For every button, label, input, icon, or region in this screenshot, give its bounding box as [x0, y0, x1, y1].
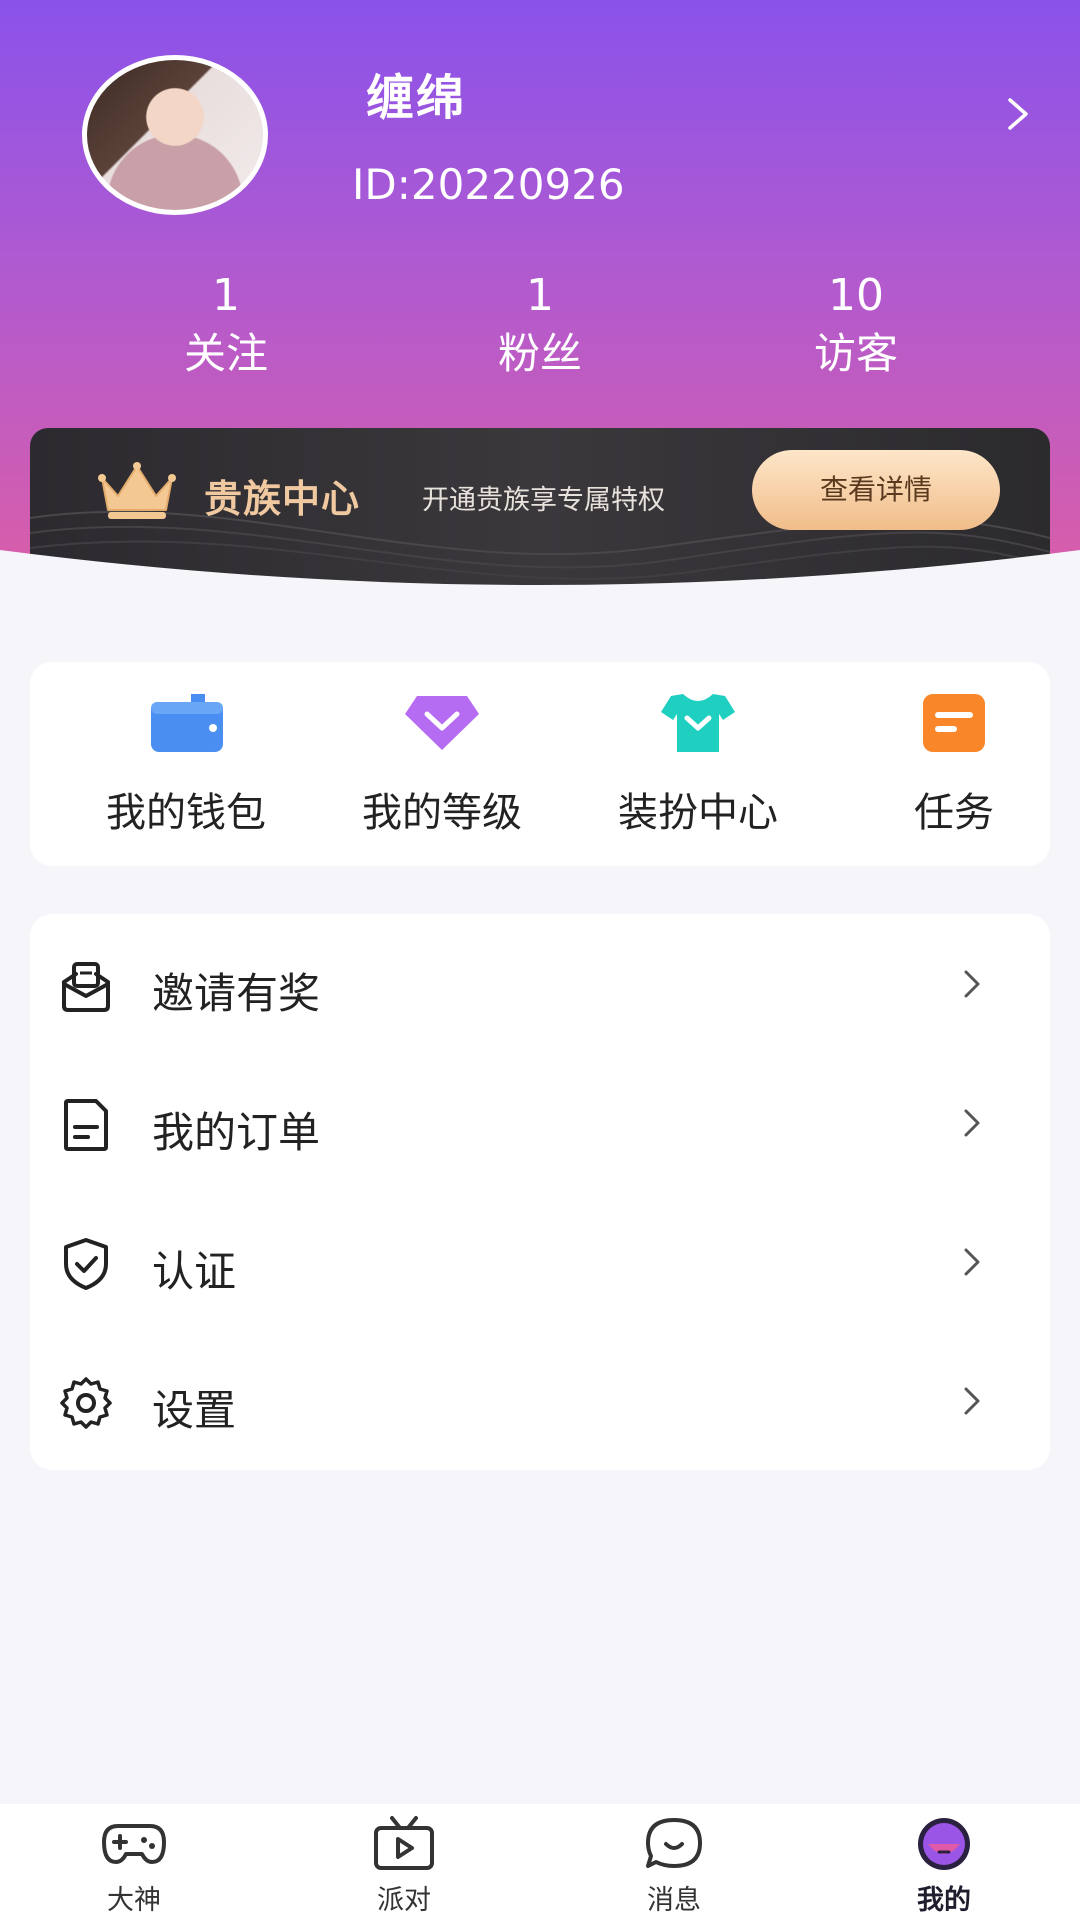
menu-item-orders[interactable]: 我的订单: [30, 1053, 1050, 1192]
user-id: ID:20220926: [352, 160, 625, 209]
menu-item-settings[interactable]: 设置: [30, 1331, 1050, 1470]
header-curve-divider: [0, 550, 1080, 620]
quick-wallet-label: 我的钱包: [106, 790, 266, 836]
stat-visitors-label: 访客: [813, 329, 898, 378]
menu-item-invite[interactable]: 邀请有奖: [30, 914, 1050, 1053]
tab-messages[interactable]: 消息: [574, 1816, 774, 1917]
diamond-level-icon: [405, 696, 479, 750]
username: 缠绵: [366, 70, 467, 126]
tab-mine-label: 我的: [917, 1885, 971, 1916]
shirt-icon: [661, 694, 735, 752]
chevron-right-icon: [964, 970, 980, 998]
menu-item-verify[interactable]: 认证: [30, 1192, 1050, 1331]
invite-gift-icon: [62, 962, 110, 1012]
avatar[interactable]: [82, 55, 268, 215]
tab-messages-label: 消息: [647, 1885, 701, 1916]
stat-fans-value: 1: [526, 270, 554, 321]
stat-following-value: 1: [212, 270, 240, 321]
gear-icon: [60, 1377, 112, 1429]
crown-icon: [98, 462, 176, 519]
quick-task[interactable]: 任务: [834, 692, 1074, 838]
chevron-right-icon: [964, 1248, 980, 1276]
task-icon: [923, 694, 985, 752]
menu-item-orders-label: 我的订单: [152, 1108, 321, 1157]
bottom-tab-bar: 大神 派对 消息 我的: [0, 1804, 1080, 1920]
chat-bubble-icon: [646, 1818, 702, 1868]
chevron-right-icon: [964, 1109, 980, 1137]
tv-play-icon: [374, 1816, 434, 1870]
quick-dressup[interactable]: 装扮中心: [578, 692, 818, 838]
quick-wallet[interactable]: 我的钱包: [66, 692, 306, 838]
chevron-right-icon: [964, 1387, 980, 1415]
menu-item-verify-label: 认证: [152, 1247, 237, 1296]
menu-item-invite-label: 邀请有奖: [152, 969, 321, 1018]
quick-task-label: 任务: [914, 790, 994, 836]
gamepad-icon: [102, 1824, 166, 1864]
quick-level-label: 我的等级: [362, 790, 522, 836]
tab-dashen-label: 大神: [107, 1885, 161, 1916]
stat-following[interactable]: 1 关注: [116, 270, 336, 382]
stat-visitors-value: 10: [828, 270, 884, 321]
stat-fans-label: 粉丝: [497, 329, 582, 378]
chevron-right-icon[interactable]: [1000, 96, 1036, 132]
tab-party[interactable]: 派对: [304, 1816, 504, 1917]
menu-list-card: 邀请有奖 我的订单 认证 设置: [30, 914, 1050, 1470]
view-details-button[interactable]: 查看详情: [752, 450, 1000, 530]
stat-following-label: 关注: [183, 329, 268, 378]
tab-mine[interactable]: 我的: [844, 1816, 1044, 1917]
vip-title: 贵族中心: [204, 477, 361, 521]
tab-party-label: 派对: [377, 1885, 431, 1916]
tab-dashen[interactable]: 大神: [34, 1816, 234, 1917]
quick-actions-card: 我的钱包 我的等级 装扮中心 任务: [30, 662, 1050, 866]
menu-item-settings-label: 设置: [152, 1386, 237, 1435]
order-document-icon: [64, 1099, 108, 1151]
quick-dressup-label: 装扮中心: [618, 790, 778, 836]
profile-avatar-icon: [918, 1818, 970, 1870]
vip-description: 开通贵族享专属特权: [422, 485, 665, 516]
shield-check-icon: [64, 1238, 108, 1290]
stat-visitors[interactable]: 10 访客: [746, 270, 966, 382]
quick-level[interactable]: 我的等级: [322, 692, 562, 838]
wallet-icon: [151, 694, 223, 752]
stat-fans[interactable]: 1 粉丝: [430, 270, 650, 382]
